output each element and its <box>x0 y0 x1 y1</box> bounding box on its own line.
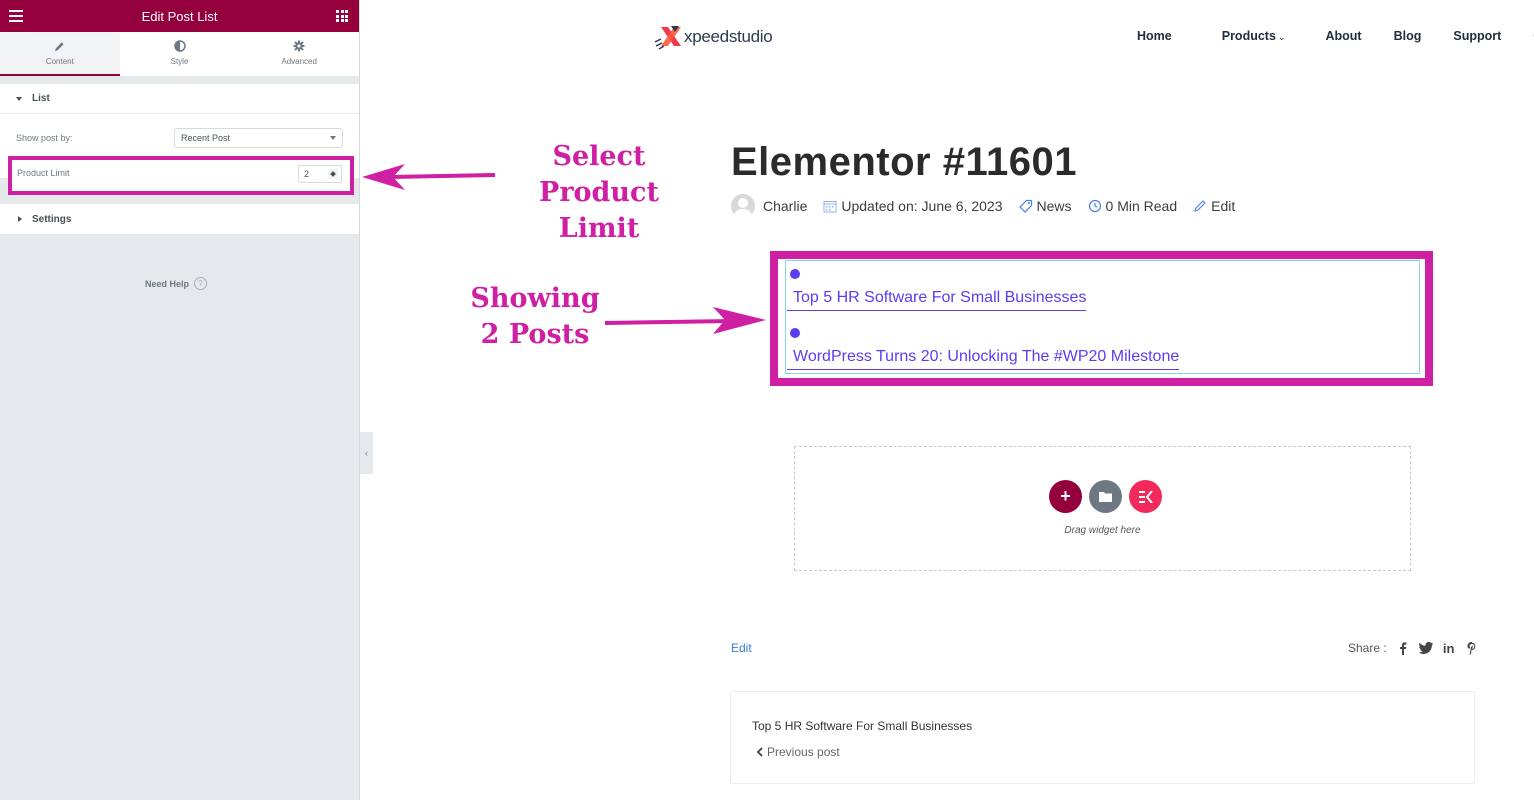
post-list-item: Top 5 HR Software For Small Businesses <box>787 269 1087 311</box>
half-circle-icon <box>173 40 186 52</box>
tab-content-label: Content <box>45 57 74 66</box>
chevron-left-icon <box>756 747 763 757</box>
drop-zone-text: Drag widget here <box>1064 525 1141 536</box>
post-navigation: Top 5 HR Software For Small Businesses P… <box>730 691 1475 784</box>
annotation-line: Showing <box>470 283 600 314</box>
section-list-label: List <box>32 93 50 104</box>
main-nav: Home Products⌄ About Blog Support Cont <box>1137 29 1534 43</box>
share-bar: Share : in <box>1348 641 1479 656</box>
logo-text: xpeedstudio <box>684 27 773 46</box>
chevron-left-icon: ‹ <box>365 448 368 458</box>
folder-icon <box>1099 492 1112 502</box>
tab-content[interactable]: Content <box>0 32 120 76</box>
panel-title: Edit Post List <box>141 8 218 24</box>
previous-post-label: Previous post <box>767 745 840 759</box>
elementor-panel: Edit Post List Content Style Advanced Li… <box>0 0 360 800</box>
caret-down-icon <box>16 96 22 101</box>
twitter-icon[interactable] <box>1418 641 1433 655</box>
meta-updated: Updated on: June 6, 2023 <box>823 198 1003 214</box>
pencil-icon <box>54 40 66 52</box>
elementskit-icon <box>1138 490 1153 503</box>
add-template-button[interactable] <box>1089 480 1122 513</box>
edit-post-link[interactable]: Edit <box>731 641 752 655</box>
show-post-by-value: Recent Post <box>181 133 231 143</box>
annotation-line: 2 Posts <box>480 319 590 350</box>
meta-author[interactable]: Charlie <box>763 198 807 214</box>
linkedin-icon[interactable]: in <box>1442 641 1456 656</box>
panel-header: Edit Post List <box>0 0 359 32</box>
author-name: Charlie <box>763 198 808 214</box>
previous-post-title[interactable]: Top 5 HR Software For Small Businesses <box>752 719 972 733</box>
tab-style[interactable]: Style <box>120 32 240 76</box>
category-label: News <box>1036 198 1072 214</box>
nav-products-label: Products <box>1221 29 1276 43</box>
post-list-item: WordPress Turns 20: Unlocking The #WP20 … <box>787 328 1180 370</box>
updated-date: Updated on: June 6, 2023 <box>841 198 1003 214</box>
section-settings-label: Settings <box>32 213 72 225</box>
tab-advanced[interactable]: Advanced <box>239 32 359 76</box>
post-link[interactable]: WordPress Turns 20: Unlocking The #WP20 … <box>787 348 1180 370</box>
nav-products[interactable]: Products ⌄ <box>1222 29 1286 43</box>
facebook-icon[interactable] <box>1396 641 1410 655</box>
elementskit-button[interactable] <box>1129 480 1162 513</box>
meta-category[interactable]: News <box>1018 198 1072 214</box>
product-limit-highlight-box <box>8 156 354 195</box>
annotation-arrow-left <box>362 164 496 190</box>
post-title: Elementor #11601 <box>731 140 1077 184</box>
nav-home[interactable]: Home <box>1137 29 1172 43</box>
post-meta: Charlie Updated on: June 6, 2023 News 0 … <box>731 194 1251 218</box>
screen: Edit Post List Content Style Advanced Li… <box>0 0 1534 800</box>
tab-advanced-label: Advanced <box>281 57 317 66</box>
pencil-icon <box>1193 199 1207 213</box>
question-circle-icon: ? <box>194 277 208 290</box>
panel-collapse-handle[interactable]: ‹ <box>360 432 373 474</box>
bullet-dot-icon <box>790 328 800 338</box>
annotation-arrow-right <box>604 307 766 334</box>
chevron-down-icon: ⌄ <box>1277 32 1286 42</box>
author-avatar <box>731 194 755 218</box>
nav-about[interactable]: About <box>1325 29 1361 43</box>
widgets-grid-icon[interactable] <box>336 10 348 22</box>
clock-icon <box>1088 199 1102 213</box>
show-post-by-control: Show post by: Recent Post <box>16 126 343 150</box>
hamburger-menu-icon[interactable] <box>9 10 23 22</box>
site-logo[interactable]: xpeedstudio <box>653 24 773 50</box>
meta-edit[interactable]: Edit <box>1193 198 1235 214</box>
meta-read-time: 0 Min Read <box>1088 198 1178 214</box>
share-label: Share : <box>1348 641 1387 655</box>
nav-support[interactable]: Support <box>1453 29 1501 43</box>
edit-label: Edit <box>1211 198 1236 214</box>
need-help-link[interactable]: Need Help ? <box>145 277 208 290</box>
calendar-icon <box>823 199 837 213</box>
drop-zone-buttons: + <box>1049 480 1162 513</box>
annotation-showing-posts: Showing 2 Posts <box>462 281 608 353</box>
need-help-label: Need Help <box>145 278 190 289</box>
section-list-toggle[interactable]: List <box>0 84 359 114</box>
caret-right-icon <box>18 216 22 222</box>
annotation-select-limit: Select Product Limit <box>490 139 708 247</box>
section-settings-toggle[interactable]: Settings <box>0 204 359 234</box>
tab-style-label: Style <box>170 57 189 66</box>
previous-post-link[interactable]: Previous post <box>756 745 840 759</box>
dropdown-arrow-icon <box>330 136 336 140</box>
annotation-line: Select Product <box>539 141 659 208</box>
post-link[interactable]: Top 5 HR Software For Small Businesses <box>787 289 1087 311</box>
nav-blog[interactable]: Blog <box>1394 29 1422 43</box>
show-post-by-label: Show post by: <box>16 133 73 143</box>
plus-icon: + <box>1060 486 1071 506</box>
read-time-label: 0 Min Read <box>1105 198 1178 214</box>
show-post-by-select[interactable]: Recent Post <box>174 128 343 148</box>
logo-mark-icon <box>653 24 683 50</box>
widget-drop-zone[interactable]: + Drag widget here <box>794 446 1411 571</box>
annotation-line: Limit <box>558 213 640 244</box>
post-list-widget[interactable]: Top 5 HR Software For Small Businesses W… <box>785 260 1420 374</box>
bullet-dot-icon <box>790 269 800 279</box>
pinterest-icon[interactable] <box>1465 641 1479 655</box>
tag-icon <box>1018 199 1033 213</box>
panel-tabs: Content Style Advanced <box>0 32 359 76</box>
add-section-button[interactable]: + <box>1049 480 1082 513</box>
gear-icon <box>293 40 305 52</box>
